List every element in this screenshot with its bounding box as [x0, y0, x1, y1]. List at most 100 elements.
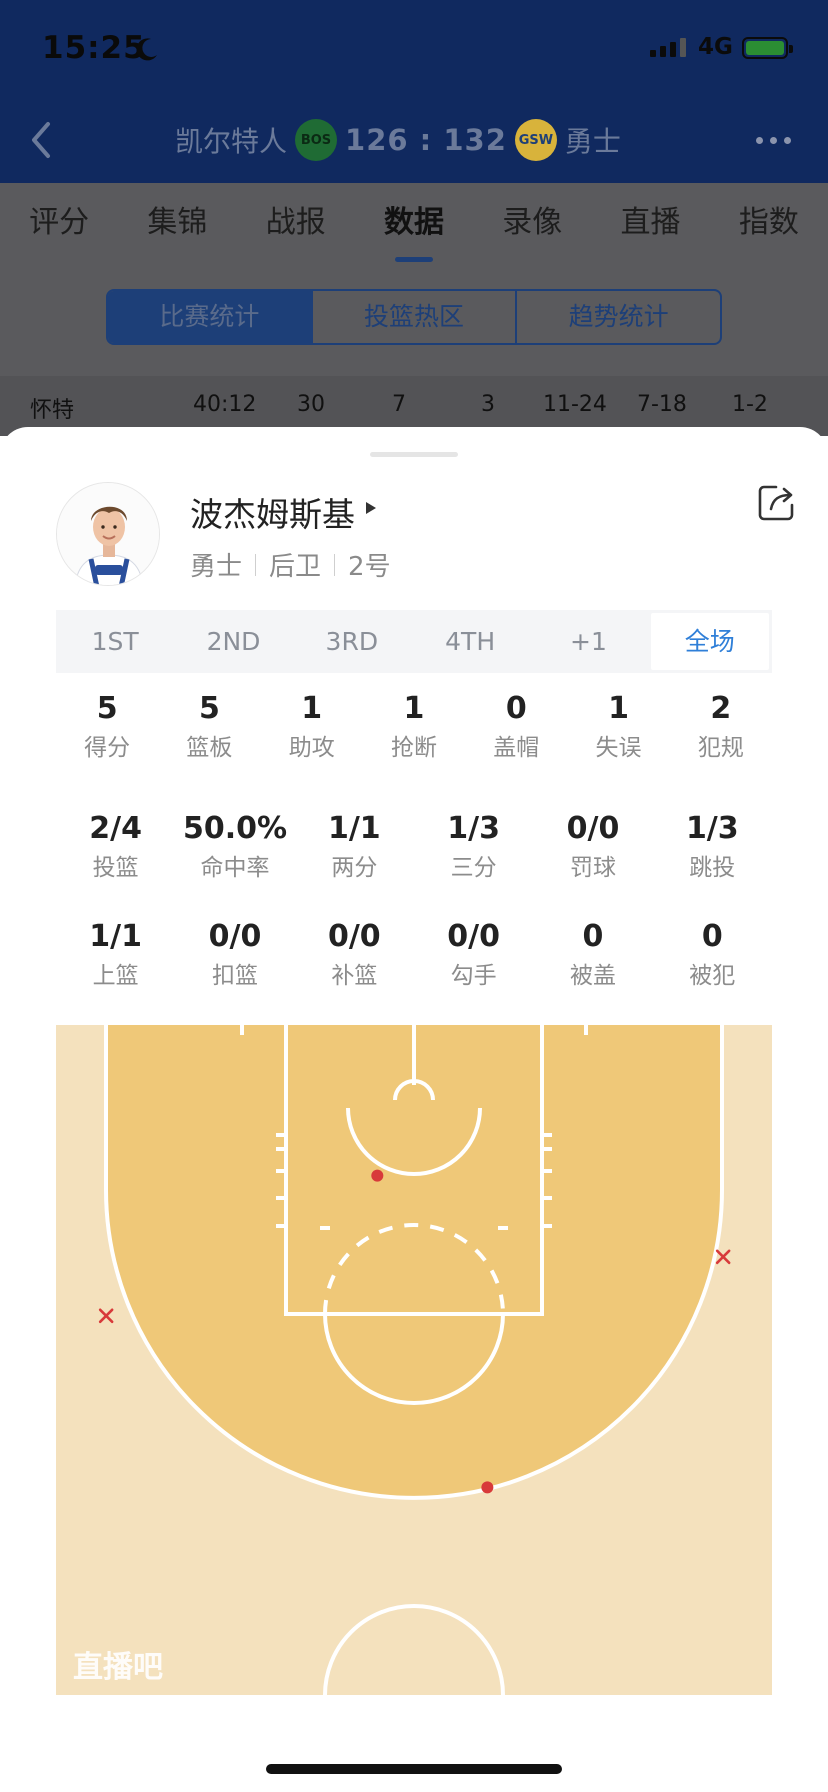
stat-blocks: 0 盖帽	[465, 690, 567, 762]
segment-game-stats[interactable]: 比赛统计	[108, 291, 313, 343]
stat-value: 5	[96, 691, 118, 726]
stat-label: 命中率	[200, 855, 270, 881]
segment-trend-stats[interactable]: 趋势统计	[517, 291, 720, 343]
stat-label: 扣篮	[211, 963, 258, 989]
tab-q3[interactable]: 3RD	[293, 610, 411, 673]
stat-label: 盖帽	[493, 735, 540, 761]
stat-label: 罚球	[569, 855, 616, 881]
stat-value: 0/0	[327, 919, 381, 954]
away-team-name: 勇士	[564, 125, 621, 158]
stat-value: 50.0%	[182, 811, 288, 846]
row-rebounds: 7	[392, 392, 406, 417]
stat-label: 被盖	[569, 963, 616, 989]
stat-value: 0	[582, 919, 604, 954]
sheet-drag-handle[interactable]	[370, 452, 458, 457]
quarter-tabs: 1ST 2ND 3RD 4TH +1 全场	[56, 610, 772, 673]
segment-control: 比赛统计 投篮热区 趋势统计	[106, 289, 722, 345]
stat-2pt: 1/1 两分	[295, 810, 414, 882]
row-player: 怀特	[30, 398, 75, 423]
stat-label: 篮板	[186, 735, 233, 761]
player-team: 勇士	[190, 552, 243, 582]
stat-blocked: 0 被盖	[533, 918, 652, 990]
shot-made-marker	[371, 1169, 384, 1182]
signal-icon	[650, 38, 686, 57]
screen: { "status_bar": {"time": "15:25", "netwo…	[0, 0, 828, 1792]
tab-q1[interactable]: 1ST	[56, 610, 174, 673]
tab-q2[interactable]: 2ND	[174, 610, 292, 673]
row-assists: 3	[481, 392, 495, 417]
main-tabs: 评分 集锦 战报 数据 录像 直播 指数	[0, 183, 828, 276]
tab-video[interactable]: 录像	[473, 183, 591, 276]
stat-turnovers: 1 失误	[567, 690, 669, 762]
stat-fg: 2/4 投篮	[56, 810, 175, 882]
tab-data[interactable]: 数据	[355, 183, 473, 276]
moon-icon	[136, 38, 157, 61]
row-fg: 11-24	[543, 392, 607, 417]
row-minutes: 40:12	[193, 392, 257, 417]
tab-highlights[interactable]: 集锦	[118, 183, 236, 276]
tab-full-game[interactable]: 全场	[650, 613, 769, 670]
match-scorebar: 凯尔特人 BOS 126 : 132 GSW 勇士	[175, 118, 621, 162]
more-dots-icon[interactable]	[756, 137, 791, 144]
stat-dunk: 0/0 扣篮	[175, 918, 294, 990]
stat-label: 补篮	[331, 963, 378, 989]
network-label: 4G	[698, 34, 733, 60]
stat-label: 被犯	[689, 963, 736, 989]
stat-value: 1/3	[447, 811, 500, 846]
share-icon[interactable]	[756, 483, 796, 523]
stats-shooting-row: 2/4 投篮 50.0% 命中率 1/1 两分 1/3 三分 0/0 罚球 1/3 跳投	[56, 810, 772, 882]
status-time: 15:25	[42, 30, 146, 66]
stat-label: 得分	[84, 735, 131, 761]
stat-label: 两分	[331, 855, 378, 881]
tab-q4[interactable]: 4TH	[411, 610, 529, 673]
stat-label: 失误	[595, 735, 642, 761]
stat-value: 0	[701, 919, 723, 954]
stat-value: 0	[505, 691, 527, 726]
stat-fouls: 2 犯规	[670, 690, 772, 762]
row-points: 30	[297, 392, 325, 417]
home-team-name: 凯尔特人	[175, 125, 288, 158]
stat-tipin: 0/0 补篮	[295, 918, 414, 990]
player-name[interactable]: 波杰姆斯基	[190, 488, 355, 536]
stat-label: 三分	[450, 855, 497, 881]
caret-right-icon[interactable]	[366, 502, 376, 514]
tab-rating[interactable]: 评分	[0, 183, 118, 276]
stat-label: 助攻	[288, 735, 335, 761]
stat-value: 1	[608, 691, 629, 726]
home-indicator[interactable]	[266, 1764, 562, 1774]
stat-value: 0/0	[447, 919, 500, 954]
stat-label: 跳投	[689, 855, 736, 881]
tab-index[interactable]: 指数	[710, 183, 828, 276]
stat-label: 抢断	[390, 735, 437, 761]
shot-made-marker	[481, 1481, 494, 1494]
stat-ft: 0/0 罚球	[533, 810, 652, 882]
battery-charging-icon	[742, 37, 793, 59]
stat-value: 1	[301, 691, 323, 726]
tab-ot[interactable]: +1	[529, 610, 647, 673]
stat-value: 0/0	[566, 811, 620, 846]
match-score: 126 : 132	[345, 123, 507, 157]
stat-value: 2/4	[89, 811, 143, 846]
stat-value: 1/1	[327, 811, 381, 846]
stat-label: 勾手	[450, 963, 497, 989]
player-photo	[57, 483, 159, 585]
stat-value: 5	[198, 691, 220, 726]
away-team-logo: GSW	[514, 119, 557, 161]
stat-label: 投篮	[92, 855, 139, 881]
watermark: 直播吧	[73, 1651, 163, 1684]
stat-assists: 1 助攻	[261, 690, 363, 762]
stat-fg-pct: 50.0% 命中率	[175, 810, 294, 882]
stat-hook: 0/0 勾手	[414, 918, 533, 990]
tab-report[interactable]: 战报	[237, 183, 355, 276]
chevron-left-icon[interactable]	[24, 118, 58, 162]
stat-value: 0/0	[208, 919, 262, 954]
segment-shot-zones[interactable]: 投篮热区	[313, 291, 518, 343]
tab-live[interactable]: 直播	[591, 183, 709, 276]
stat-steals: 1 抢断	[363, 690, 465, 762]
row-ft: 1-2	[732, 392, 768, 417]
stats-shot-types-row: 1/1 上篮 0/0 扣篮 0/0 补篮 0/0 勾手 0 被盖 0 被犯	[56, 918, 772, 990]
stat-jumpshot: 1/3 跳投	[653, 810, 772, 882]
player-position: 后卫	[269, 552, 322, 582]
stat-points: 5 得分	[56, 690, 158, 762]
stat-layup: 1/1 上篮	[56, 918, 175, 990]
